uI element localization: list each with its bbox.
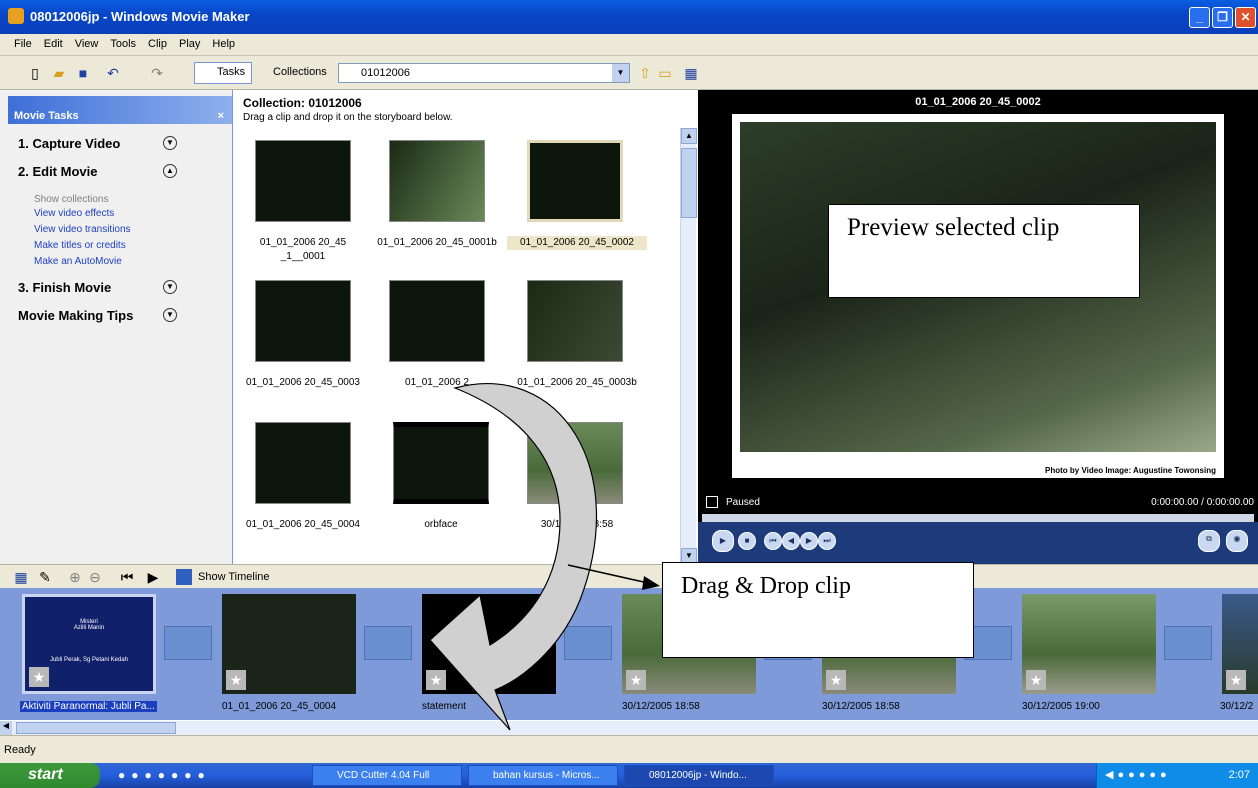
taskbar-item-word[interactable]: bahan kursus - Micros... <box>468 765 618 786</box>
start-button[interactable]: start <box>0 763 100 788</box>
status-text: Ready <box>4 744 36 756</box>
status-bar: Ready <box>0 735 1258 763</box>
tray-icons[interactable]: ◀●●●●● <box>1105 768 1171 781</box>
taskbar-item-vcd-cutter[interactable]: VCD Cutter 4.04 Full <box>312 765 462 786</box>
quick-launch-icons[interactable]: ●●●●●●● <box>118 768 211 782</box>
taskbar-item-label: 08012006jp - Windo... <box>649 770 747 781</box>
clock: 2:07 <box>1228 769 1250 781</box>
taskbar: start ●●●●●●● VCD Cutter 4.04 Full bahan… <box>0 763 1258 788</box>
start-label: start <box>28 766 63 783</box>
pointer-arrowhead <box>642 576 660 590</box>
taskbar-item-label: VCD Cutter 4.04 Full <box>337 770 430 781</box>
taskbar-item-label: bahan kursus - Micros... <box>493 770 600 781</box>
system-tray: ◀●●●●● 2:07 <box>1096 763 1258 788</box>
annotation-arrows <box>429 383 660 731</box>
taskbar-item-moviemaker[interactable]: 08012006jp - Windo... <box>624 765 774 786</box>
curved-arrow <box>429 383 597 731</box>
